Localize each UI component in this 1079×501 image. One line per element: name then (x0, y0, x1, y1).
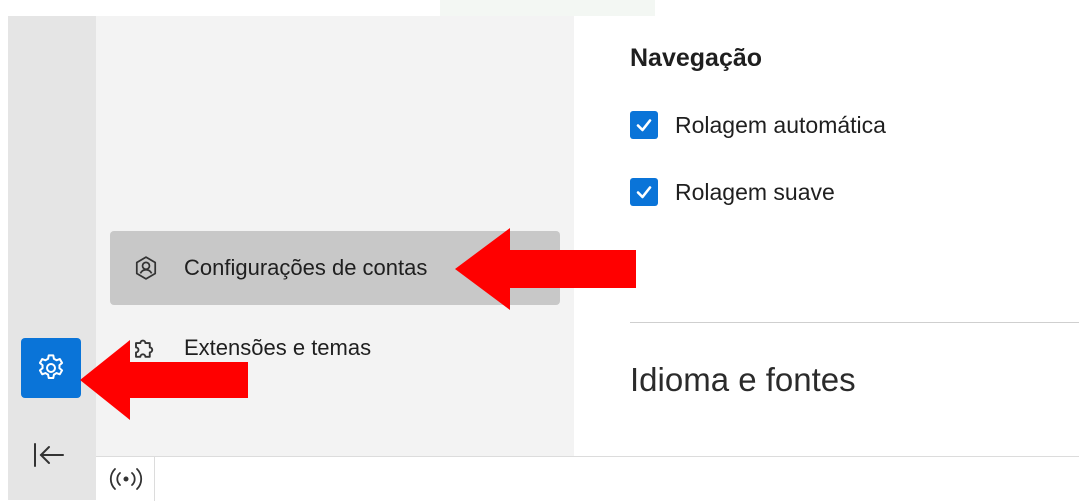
section-title: Navegação (630, 44, 763, 72)
top-band (0, 0, 1079, 16)
gear-icon (38, 354, 64, 379)
status-separator (154, 457, 155, 501)
section-heading: Idioma e fontes (630, 361, 856, 398)
checkbox-label: Rolagem automática (675, 111, 886, 138)
autoscroll-option[interactable]: Rolagem automática (630, 111, 886, 139)
collapse-left-icon[interactable] (31, 440, 67, 470)
autoscroll-checkbox[interactable] (630, 111, 658, 139)
checkmark-icon (636, 186, 652, 199)
section-divider (630, 322, 1079, 323)
smooth-scroll-option[interactable]: Rolagem suave (630, 178, 835, 206)
settings-button[interactable] (21, 338, 81, 398)
annotation-arrow-settings (80, 340, 248, 420)
sidebar-item-label: Configurações de contas (184, 255, 428, 280)
account-shield-icon (130, 252, 162, 284)
wireless-icon[interactable] (106, 465, 146, 493)
status-bar (96, 456, 1079, 501)
left-rail (8, 16, 96, 500)
checkbox-label: Rolagem suave (675, 178, 835, 205)
smooth-scroll-checkbox[interactable] (630, 178, 658, 206)
annotation-arrow-account (455, 228, 636, 310)
checkmark-icon (636, 119, 652, 132)
settings-content: Navegação Rolagem automática Rolagem sua… (574, 16, 1079, 456)
background-watermark (440, 0, 655, 16)
